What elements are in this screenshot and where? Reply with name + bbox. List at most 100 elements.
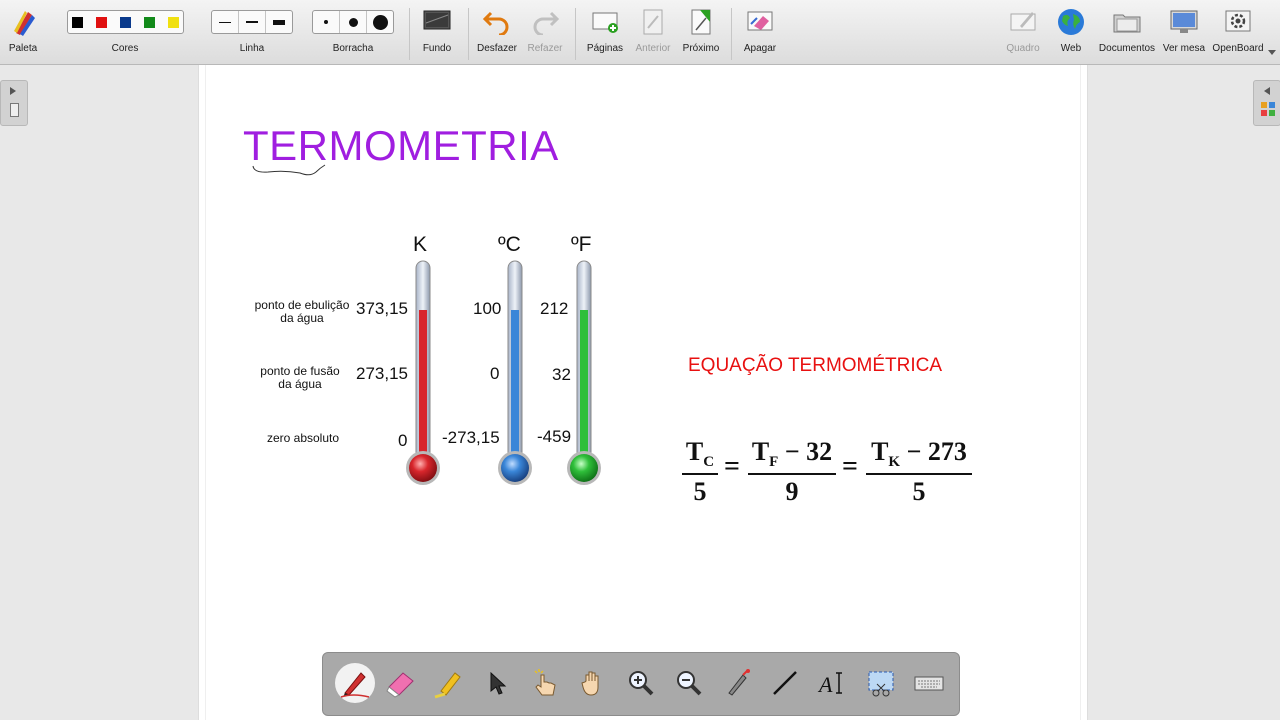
line-thin-button[interactable] xyxy=(212,11,239,33)
line-group: Linha xyxy=(210,0,294,64)
boiling-point-label: ponto de ebulição da água xyxy=(254,298,350,325)
melting-point-label: ponto de fusão da água xyxy=(260,364,340,391)
clear-eraser-icon xyxy=(745,6,775,38)
eraser-medium-button[interactable] xyxy=(340,11,367,33)
line-tool-button[interactable] xyxy=(763,661,807,705)
fahrenheit-fraction: TF − 32 9 xyxy=(748,437,836,507)
desktop-button[interactable]: Ver mesa xyxy=(1162,0,1206,64)
previous-page-button[interactable]: Anterior xyxy=(632,0,674,64)
zoom-in-icon xyxy=(629,671,654,696)
openboard-label: OpenBoard xyxy=(1212,43,1264,54)
color-swatch-1[interactable] xyxy=(95,16,107,28)
highlighter-icon xyxy=(434,672,461,699)
palette-pencils-icon xyxy=(8,6,38,38)
documents-button[interactable]: Documentos xyxy=(1097,0,1157,64)
screen-capture-icon xyxy=(868,671,894,697)
equals-sign: = xyxy=(842,451,858,482)
line-icon xyxy=(773,671,797,695)
background-label: Fundo xyxy=(422,43,452,54)
eraser-icon xyxy=(386,672,414,698)
documents-label: Documentos xyxy=(1098,43,1156,54)
zoom-in-button[interactable] xyxy=(619,661,663,705)
interact-tool-button[interactable] xyxy=(523,661,567,705)
keyboard-icon xyxy=(914,676,944,691)
openboard-menu-button[interactable]: OpenBoard xyxy=(1212,0,1264,64)
board-page[interactable]: TERMOMETRIA K ºC ºF ponto de ebulição da … xyxy=(198,65,1088,720)
chevron-down-icon[interactable] xyxy=(1268,50,1276,55)
board-icon xyxy=(1008,6,1038,38)
slide-canvas: TERMOMETRIA K ºC ºF ponto de ebulição da … xyxy=(205,65,1081,720)
eraser-large-button[interactable] xyxy=(367,11,393,33)
redo-button[interactable]: Refazer xyxy=(524,0,566,64)
add-page-icon xyxy=(590,6,620,38)
pages-label: Páginas xyxy=(586,43,624,54)
capture-tool-button[interactable] xyxy=(859,661,903,705)
previous-label: Anterior xyxy=(635,43,671,54)
top-toolbar: Paleta Cores Linha Borracha Fundo Desfaz… xyxy=(0,0,1280,65)
next-page-button[interactable]: Próximo xyxy=(680,0,722,64)
clear-page-button[interactable]: Apagar xyxy=(740,0,780,64)
color-swatch-2[interactable] xyxy=(119,16,131,28)
highlighter-tool-button[interactable] xyxy=(427,661,471,705)
folder-icon xyxy=(1112,6,1142,38)
pointing-hand-icon xyxy=(534,669,556,696)
equation-title: EQUAÇÃO TERMOMÉTRICA xyxy=(688,355,943,376)
text-cursor-icon: A xyxy=(817,672,842,697)
celsius-unit-label: ºC xyxy=(498,233,521,256)
next-page-icon xyxy=(688,6,714,38)
clear-label: Apagar xyxy=(743,43,777,54)
palette-button[interactable]: Paleta xyxy=(4,0,42,64)
board-mode-button[interactable]: Quadro xyxy=(1003,0,1043,64)
laser-pointer-button[interactable] xyxy=(715,661,759,705)
next-label: Próximo xyxy=(682,43,720,54)
left-panel-toggle[interactable] xyxy=(0,80,28,126)
color-swatches xyxy=(66,10,184,34)
fahrenheit-unit-label: ºF xyxy=(571,233,592,256)
color-swatch-4[interactable] xyxy=(167,16,179,28)
line-medium-button[interactable] xyxy=(239,11,266,33)
hand-icon xyxy=(581,671,599,696)
kelvin-thermometer xyxy=(406,260,440,485)
selector-tool-button[interactable] xyxy=(475,661,519,705)
celsius-thermometer xyxy=(498,260,532,485)
kelvin-unit-label: K xyxy=(413,233,428,256)
undo-arrow-icon xyxy=(483,6,511,38)
previous-page-icon xyxy=(640,6,666,38)
zoom-out-icon xyxy=(677,671,702,696)
eraser-tool-button[interactable] xyxy=(379,661,423,705)
line-thick-button[interactable] xyxy=(266,11,292,33)
pages-thumbnail-icon xyxy=(10,103,19,117)
background-icon xyxy=(422,6,452,38)
eraser-label: Borracha xyxy=(332,43,374,54)
virtual-keyboard-button[interactable] xyxy=(907,661,951,705)
color-swatch-0[interactable] xyxy=(71,16,83,28)
board-label: Quadro xyxy=(1006,43,1040,54)
color-swatch-3[interactable] xyxy=(143,16,155,28)
pages-button[interactable]: Páginas xyxy=(584,0,626,64)
background-button[interactable]: Fundo xyxy=(417,0,457,64)
thermometers-illustration xyxy=(406,260,601,485)
monitor-icon xyxy=(1169,6,1199,38)
eraser-small-button[interactable] xyxy=(313,11,340,33)
desktop-label: Ver mesa xyxy=(1162,43,1206,54)
hand-pan-tool-button[interactable] xyxy=(571,661,615,705)
text-tool-button[interactable]: A xyxy=(811,661,855,705)
library-icon xyxy=(1260,101,1276,117)
zoom-out-button[interactable] xyxy=(667,661,711,705)
pen-icon xyxy=(340,672,370,698)
right-panel-toggle[interactable] xyxy=(1253,80,1280,126)
eraser-size-group: Borracha xyxy=(311,0,395,64)
globe-icon xyxy=(1056,6,1086,38)
arrow-cursor-icon xyxy=(490,671,507,695)
redo-label: Refazer xyxy=(527,43,563,54)
web-button[interactable]: Web xyxy=(1051,0,1091,64)
equals-sign: = xyxy=(724,451,740,482)
expand-left-arrow-icon xyxy=(1264,87,1270,95)
celsius-fraction: TC 5 xyxy=(682,437,718,507)
pen-tool-button[interactable] xyxy=(335,663,375,703)
palette-label: Paleta xyxy=(8,43,38,54)
undo-button[interactable]: Desfazer xyxy=(474,0,520,64)
settings-gear-icon xyxy=(1223,6,1253,38)
redo-arrow-icon xyxy=(531,6,559,38)
svg-text:A: A xyxy=(817,672,833,697)
